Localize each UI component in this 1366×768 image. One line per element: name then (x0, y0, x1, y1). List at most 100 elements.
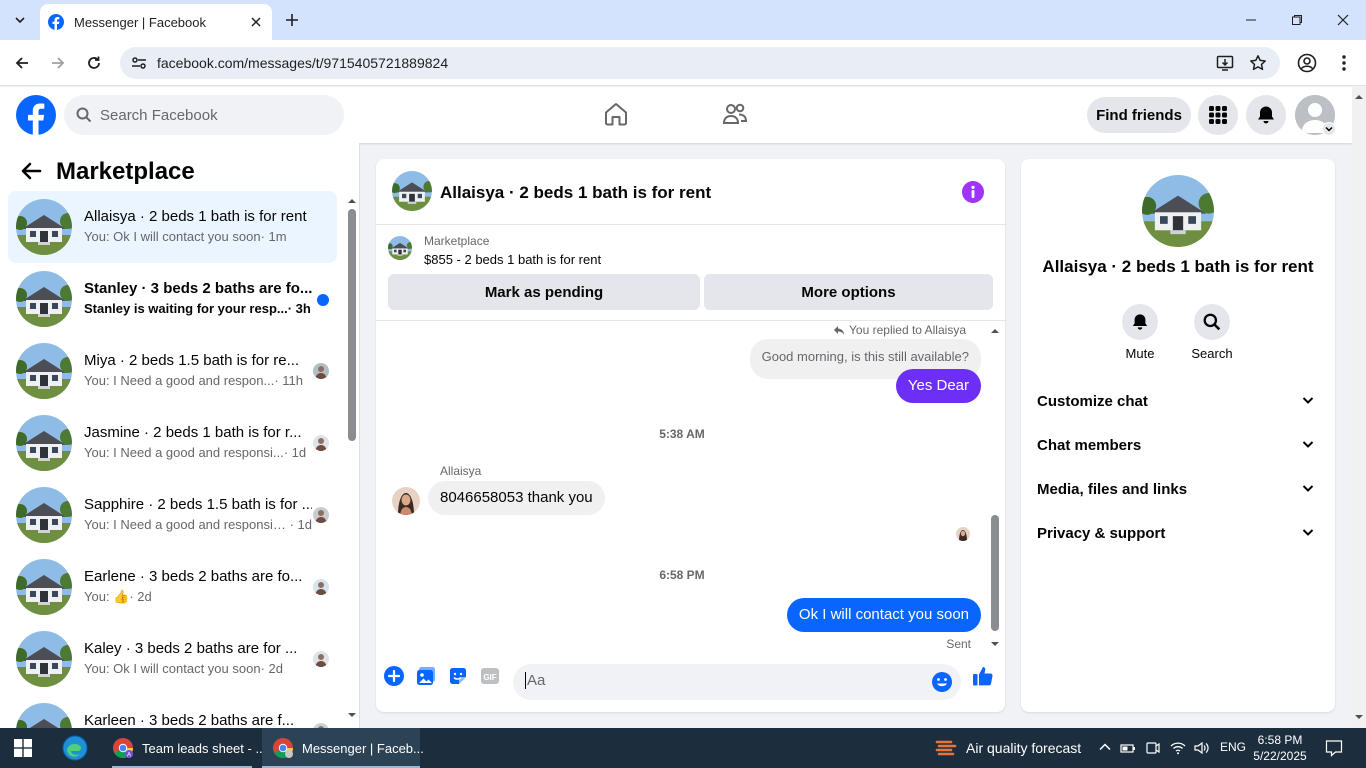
back-button[interactable] (10, 51, 34, 75)
thumbs-up-icon[interactable] (972, 665, 994, 687)
conversation-item[interactable]: Earlene · 3 beds 2 baths are fo... You: 👍… (8, 551, 337, 623)
wifi-icon[interactable] (1170, 740, 1186, 756)
seen-avatar (956, 527, 970, 541)
new-tab-button[interactable] (282, 10, 302, 30)
input-language[interactable]: ENG (1220, 740, 1246, 754)
system-clock[interactable]: 6:58 PM 5/22/2025 (1248, 732, 1312, 764)
search-in-conversation-button[interactable]: Search (1182, 304, 1242, 361)
notifications-button[interactable] (1246, 95, 1286, 135)
battery-icon[interactable] (1120, 740, 1136, 756)
forward-button[interactable] (46, 51, 70, 75)
conversation-list-scrollbar[interactable] (345, 191, 359, 721)
message-bubble-incoming[interactable]: 8046658053 thank you (428, 481, 605, 515)
menu-button[interactable] (1198, 95, 1238, 135)
more-options-button[interactable]: More options (704, 274, 993, 310)
conversation-item[interactable]: Stanley · 3 beds 2 baths are fo... Stanle… (8, 263, 337, 335)
gif-icon[interactable]: GIF (480, 666, 500, 686)
site-settings-icon[interactable] (130, 54, 148, 72)
install-app-icon[interactable] (1216, 54, 1234, 72)
marketplace-banner: Marketplace $855 - 2 beds 1 bath is for … (376, 226, 1005, 321)
account-chevron-icon[interactable] (1322, 122, 1336, 136)
conversation-thumbnail (16, 415, 72, 471)
taskbar-chrome-messenger[interactable]: Messenger | Faceb... (262, 728, 424, 768)
friends-icon[interactable] (722, 101, 748, 127)
weather-widget[interactable]: Air quality forecast (934, 736, 1081, 760)
conversation-preview: You: I Need a good and responsi... · 1d (84, 445, 312, 460)
conversation-item[interactable]: Allaisya · 2 beds 1 bath is for rent You:… (8, 191, 337, 263)
seen-avatar (313, 579, 329, 595)
message-bubble-outgoing[interactable]: Yes Dear (895, 369, 981, 403)
restore-window-button[interactable] (1274, 0, 1320, 40)
mark-as-pending-button[interactable]: Mark as pending (388, 274, 700, 310)
message-bubble-outgoing[interactable]: Ok I will contact you soon (786, 598, 981, 632)
more-vertical-icon[interactable] (1336, 53, 1352, 73)
sender-avatar[interactable] (392, 487, 420, 515)
edge-browser-icon[interactable] (62, 735, 88, 761)
close-window-button[interactable] (1320, 0, 1366, 40)
notification-center-icon[interactable] (1325, 739, 1343, 757)
conversation-name: Allaisya · 2 beds 1 bath is for rent (1042, 257, 1314, 276)
timestamp: 6:58 PM (659, 568, 705, 582)
conversation-item[interactable]: Kaley · 3 beds 2 baths are for ... You: O… (8, 623, 337, 695)
preview-time: · 1m (260, 229, 287, 244)
listing-price[interactable]: $855 - 2 beds 1 bath is for rent (424, 252, 601, 267)
message-input[interactable] (525, 672, 915, 689)
conversation-thumbnail (16, 703, 72, 728)
browser-tab-bar: Messenger | Facebook (0, 0, 1366, 40)
reply-indicator: You replied to Allaisya (833, 323, 966, 337)
chevron-up-icon[interactable] (1098, 740, 1112, 754)
message-input-container[interactable] (513, 664, 961, 700)
scrollbar-thumb[interactable] (991, 515, 999, 631)
url-text: facebook.com/messages/t/9715405721889824 (157, 55, 449, 71)
close-tab-icon[interactable] (248, 14, 264, 30)
taskbar-chrome-team-leads[interactable]: A Team leads sheet - ... (108, 728, 266, 768)
mute-button[interactable]: Mute (1110, 304, 1170, 361)
listing-thumbnail[interactable] (388, 236, 412, 260)
message-thread: You replied to Allaisya Good morning, is… (376, 321, 1005, 653)
find-friends-button[interactable]: Find friends (1087, 97, 1191, 133)
reload-button[interactable] (82, 51, 106, 75)
facebook-search[interactable] (64, 95, 344, 135)
privacy-support-section[interactable]: Privacy & support (1029, 511, 1327, 555)
plus-circle-icon[interactable] (384, 666, 404, 686)
search-icon (76, 107, 92, 123)
air-quality-icon (934, 736, 958, 760)
info-icon[interactable] (962, 181, 984, 203)
preview-text: You: 👍 (84, 589, 130, 604)
section-label: Customize chat (1037, 392, 1148, 410)
chat-members-section[interactable]: Chat members (1029, 423, 1327, 467)
address-bar[interactable]: facebook.com/messages/t/9715405721889824 (120, 47, 1280, 79)
conversation-avatar[interactable] (1142, 175, 1214, 247)
browser-tab-messenger[interactable]: Messenger | Facebook (40, 4, 272, 40)
message-thread-scrollbar[interactable] (988, 325, 1002, 651)
home-icon[interactable] (603, 101, 629, 127)
facebook-logo-icon[interactable] (16, 95, 56, 135)
chat-avatar[interactable] (392, 171, 432, 211)
profile-icon[interactable] (1297, 53, 1317, 73)
seen-avatar (313, 435, 329, 451)
bookmark-star-icon[interactable] (1249, 54, 1267, 72)
sticker-icon[interactable] (448, 666, 468, 686)
page-scrollbar[interactable] (1352, 87, 1366, 728)
chat-title[interactable]: Allaisya · 2 beds 1 bath is for rent (440, 183, 711, 203)
photo-icon[interactable] (416, 666, 436, 686)
minimize-window-button[interactable] (1228, 0, 1274, 40)
media-files-links-section[interactable]: Media, files and links (1029, 467, 1327, 511)
conversation-name: Sapphire · 2 beds 1.5 bath is for ... (84, 496, 312, 513)
conversation-item[interactable]: Karleen · 3 beds 2 baths are f... (8, 695, 337, 728)
chevron-down-icon (1301, 437, 1315, 451)
meet-now-icon[interactable] (1145, 740, 1161, 756)
replied-to-text: You replied to Allaisya (849, 323, 966, 337)
back-arrow-icon[interactable] (20, 161, 42, 181)
scrollbar-thumb[interactable] (348, 209, 356, 441)
volume-icon[interactable] (1193, 740, 1209, 756)
customize-chat-section[interactable]: Customize chat (1029, 379, 1327, 423)
windows-start-icon[interactable] (14, 739, 32, 757)
emoji-icon[interactable] (931, 671, 953, 693)
conversation-name: Miya · 2 beds 1.5 bath is for re... (84, 352, 300, 369)
search-input[interactable] (100, 106, 320, 124)
tab-search-button[interactable] (8, 8, 32, 32)
conversation-item[interactable]: Miya · 2 beds 1.5 bath is for re... You: … (8, 335, 337, 407)
conversation-item[interactable]: Sapphire · 2 beds 1.5 bath is for ... You… (8, 479, 337, 551)
conversation-item[interactable]: Jasmine · 2 beds 1 bath is for r... You: … (8, 407, 337, 479)
